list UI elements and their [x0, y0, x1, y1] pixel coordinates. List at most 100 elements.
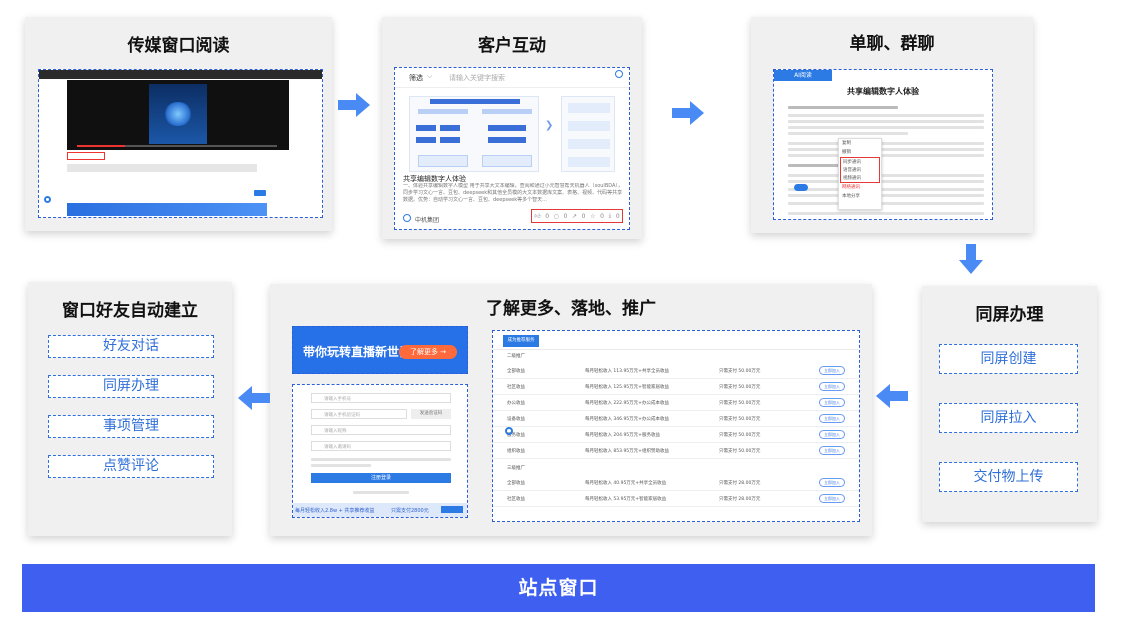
same-screen-pull-button[interactable]: 同屏拉入	[939, 403, 1078, 433]
download-icon[interactable]: ⤓	[609, 212, 612, 220]
author-name: 中机集团	[415, 217, 440, 224]
search-input[interactable]: 请输入关键字搜索	[449, 73, 505, 83]
code-input[interactable]: 请输入手机验证码	[311, 409, 407, 419]
table-cell-price: 只需支付 50.00万元	[719, 369, 761, 374]
chat-panel: 单聊、群聊 AI阅读 共享编辑数字人体验 复制 撤销 同步通讯 语音通讯 视频通…	[751, 17, 1033, 233]
phone-input[interactable]: 请输入手机号	[311, 393, 451, 403]
group-label-level3: 三级推广	[507, 466, 525, 471]
join-button[interactable]: 立即加入	[819, 494, 845, 503]
table-row: 全部收益 每月轻松收入 40.95万元+共享全员收益 只需支付 28.00万元 立即加…	[493, 475, 859, 491]
brain-graphic	[163, 102, 193, 126]
like-comment-button[interactable]: 点赞评论	[48, 455, 214, 478]
register-login-button[interactable]: 注册登录	[311, 473, 451, 483]
table-row: 社区收益 每月轻松收入 53.95万元+智能家居收益 只需支付 28.00万元 立即加…	[493, 491, 859, 507]
table-row: 社区收益 每月轻松收入 125.95万元+智能家居收益 只需支付 50.00万元 立即…	[493, 379, 859, 395]
table-cell-price: 只需支付 28.00万元	[719, 481, 761, 486]
learn-more-button[interactable]: 了解更多 →	[399, 345, 457, 359]
like-count: 0	[545, 212, 550, 220]
join-button[interactable]: 立即加入	[819, 398, 845, 407]
table-cell-price: 只需支付 50.00万元	[719, 401, 761, 406]
table-cell-price: 只需支付 50.00万元	[719, 433, 761, 438]
register-form-screenshot: 请输入手机号 请输入手机验证码 发送验证码 请输入昵称 请输入邀请码 注册登录 …	[292, 384, 468, 518]
arrow-left-icon	[238, 386, 270, 410]
comment-input[interactable]	[67, 164, 257, 172]
same-screen-title: 同屏办理	[975, 305, 1044, 325]
customer-interaction-screenshot: 筛选 ⌵ 请输入关键字搜索 ❯ 共享编辑数字人体验 一、体验共享编辑数字人模型	[394, 67, 630, 230]
promo-banner-text: 带你玩转直播新世界	[303, 345, 412, 359]
invite-code-input[interactable]: 请输入邀请码	[311, 441, 451, 451]
customer-interaction-title: 客户互动	[478, 36, 546, 56]
menu-item-copy[interactable]: 复制	[839, 139, 881, 148]
join-button[interactable]: 立即加入	[819, 382, 845, 391]
comment-count: 0	[563, 212, 568, 220]
same-screen-create-button[interactable]: 同屏创建	[939, 344, 1078, 374]
flowchart-side-image	[561, 96, 615, 172]
table-cell-category: 办公收益	[507, 401, 525, 406]
table-cell-income: 每月轻松收入 125.95万元+智能家居收益	[585, 385, 669, 390]
media-reading-screenshot	[38, 69, 323, 218]
media-reading-title: 传媒窗口阅读	[127, 36, 230, 56]
filter-dropdown[interactable]: 筛选	[409, 73, 423, 83]
promo-banner-screenshot: 带你玩转直播新世界 了解更多 →	[292, 326, 468, 374]
chevron-down-icon[interactable]: ⌵	[427, 72, 432, 81]
table-cell-income: 每月轻松收入 222.95万元+办公成本收益	[585, 401, 669, 406]
share-count: 0	[581, 212, 586, 220]
same-screen-button[interactable]: 同屏办理	[48, 375, 214, 398]
table-rows-group1: 全部收益 每月轻松收入 113.95万元+共享全员收益 只需支付 50.00万元 立即…	[493, 363, 859, 459]
search-bar: 筛选 ⌵ 请输入关键字搜索	[395, 68, 629, 88]
nickname-input[interactable]: 请输入昵称	[311, 425, 451, 435]
menu-item-video[interactable]: 视频通讯	[841, 174, 879, 182]
become-promoter-button[interactable]	[441, 506, 463, 513]
send-code-button[interactable]: 发送验证码	[411, 409, 451, 419]
task-manage-button[interactable]: 事项管理	[48, 415, 214, 438]
comment-icon[interactable]: ○	[554, 213, 559, 220]
table-cell-income: 每月轻松收入 40.95万元+共享全员收益	[585, 481, 667, 486]
post-excerpt: 一、体验共享编辑数字人模型 用于共享大文本编辑，查阅和通过小元智慧帮天机器人（s…	[403, 183, 623, 203]
star-icon[interactable]: ☆	[590, 213, 595, 220]
video-player-topbar	[39, 70, 322, 79]
chat-title: 单聊、群聊	[849, 34, 935, 54]
send-button[interactable]	[254, 190, 266, 196]
group-label-level2: 二级推广	[507, 354, 525, 359]
chat-screenshot: AI阅读 共享编辑数字人体验 复制 撤销 同步通讯 语音通讯 视频通讯 网络通讯…	[773, 69, 993, 220]
friend-chat-button[interactable]: 好友对话	[48, 335, 214, 358]
menu-item-undo[interactable]: 撤销	[839, 148, 881, 157]
table-cell-price: 只需支付 50.00万元	[719, 385, 761, 390]
menu-item-voice[interactable]: 语音通讯	[841, 166, 879, 174]
search-icon[interactable]	[615, 70, 623, 78]
table-cell-income: 每月轻松收入 53.95万元+智能家居收益	[585, 497, 667, 502]
table-cell-income: 每月轻松收入 113.95万元+共享全员收益	[585, 369, 669, 374]
join-button[interactable]: 立即加入	[819, 430, 845, 439]
author-avatar	[403, 214, 411, 222]
join-button[interactable]: 立即加入	[819, 366, 845, 375]
post-stats-bar: 👍︎ 0 ○ 0 ↗ 0 ☆ 0 ⤓ 0	[531, 209, 623, 223]
join-button[interactable]: 立即加入	[819, 446, 845, 455]
join-button[interactable]: 立即加入	[819, 478, 845, 487]
arrow-right-icon	[338, 93, 370, 117]
video-progress-bar[interactable]	[77, 145, 277, 147]
same-screen-panel: 同屏办理 同屏创建 同屏拉入 交付物上传	[922, 286, 1097, 522]
flowchart-image	[409, 96, 539, 172]
doc-heading: 共享编辑数字人体验	[847, 87, 919, 96]
table-row: 组织收益 每月轻松收入 853.95万元+组织赞助收益 只需支付 50.00万元 立即…	[493, 443, 859, 459]
download-count: 0	[615, 212, 620, 220]
join-button[interactable]: 立即加入	[819, 414, 845, 423]
table-cell-price: 只需支付 50.00万元	[719, 449, 761, 454]
promotion-table-screenshot: 成为推荐服务 二级推广 全部收益 每月轻松收入 113.95万元+共享全员收益 只需…	[492, 330, 860, 522]
doc-tab[interactable]: AI阅读	[774, 70, 832, 81]
friends-panel: 窗口好友自动建立 好友对话 同屏办理 事项管理 点赞评论	[28, 282, 232, 536]
media-reading-panel: 传媒窗口阅读	[25, 17, 332, 231]
menu-item-sync[interactable]: 同步通讯	[841, 158, 879, 166]
like-icon[interactable]: 👍︎	[534, 212, 540, 220]
promotion-tab[interactable]: 成为推荐服务	[503, 335, 539, 347]
deliverable-upload-button[interactable]: 交付物上传	[939, 462, 1078, 492]
promo-banner[interactable]	[67, 203, 267, 216]
table-cell-category: 社区收益	[507, 497, 525, 502]
table-cell-category: 设备收益	[507, 417, 525, 422]
table-cell-price: 只需支付 28.00万元	[719, 497, 761, 502]
share-icon[interactable]: ↗	[572, 213, 577, 220]
customer-interaction-panel: 客户互动 筛选 ⌵ 请输入关键字搜索 ❯ 共享编辑数字人体验 一、体验共享编辑数…	[382, 17, 642, 239]
context-menu: 复制 撤销 同步通讯 语音通讯 视频通讯 网络通讯 本地分享	[838, 138, 882, 210]
menu-item-share[interactable]: 本地分享	[839, 192, 881, 201]
menu-item-network[interactable]: 网络通讯	[839, 183, 881, 192]
